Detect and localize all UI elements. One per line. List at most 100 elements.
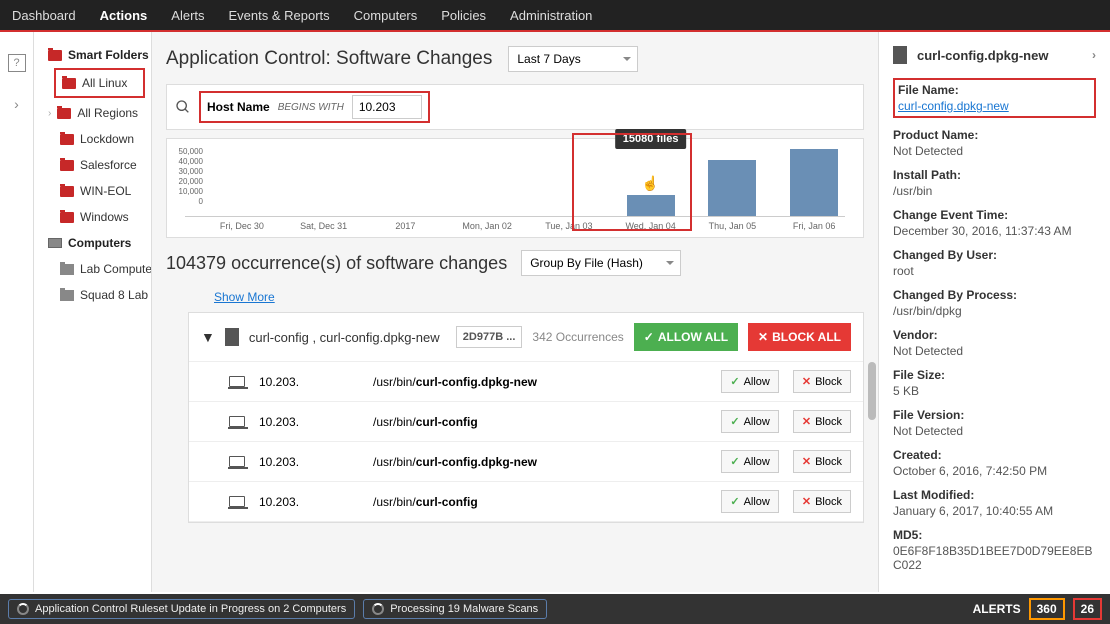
sidebar-computers[interactable]: Computers — [34, 230, 151, 256]
file-group-name: curl-config , curl-config.dpkg-new — [249, 330, 446, 345]
content-area: Application Control: Software Changes La… — [152, 32, 878, 592]
sidebar-item-lockdown[interactable]: Lockdown — [34, 126, 151, 152]
search-input[interactable] — [352, 95, 422, 119]
file-group-card: ▼ curl-config , curl-config.dpkg-new 2D9… — [188, 312, 864, 523]
top-nav: Dashboard Actions Alerts Events & Report… — [0, 0, 1110, 32]
group-by-select[interactable]: Group By File (Hash) — [521, 250, 681, 276]
block-all-button[interactable]: ✕BLOCK ALL — [748, 323, 851, 351]
chart-bar[interactable] — [627, 195, 675, 216]
help-icon[interactable]: ? — [8, 54, 26, 72]
chart-bar[interactable] — [790, 149, 838, 216]
detail-vendor-value: Not Detected — [893, 344, 1096, 358]
detail-proc-label: Changed By Process: — [893, 288, 1096, 302]
date-range-select[interactable]: Last 7 Days — [508, 46, 638, 72]
table-row[interactable]: 10.203. /usr/bin/curl-config.dpkg-new ✓A… — [189, 442, 863, 482]
expand-sidebar-icon[interactable]: › — [14, 96, 19, 112]
file-hash[interactable]: 2D977B ... — [456, 326, 523, 348]
detail-event-value: December 30, 2016, 11:37:43 AM — [893, 224, 1096, 238]
folder-icon — [60, 186, 74, 197]
detail-ver-value: Not Detected — [893, 424, 1096, 438]
alert-count-critical[interactable]: 26 — [1073, 598, 1102, 620]
block-button[interactable]: ✕Block — [793, 450, 851, 473]
table-row[interactable]: 10.203. /usr/bin/curl-config ✓Allow ✕Blo… — [189, 482, 863, 522]
show-more-link[interactable]: Show More — [214, 290, 275, 304]
sidebar-item-salesforce[interactable]: Salesforce — [34, 152, 151, 178]
sidebar-item-squad[interactable]: Squad 8 Lab — [34, 282, 151, 308]
sidebar-item-all-regions[interactable]: ›All Regions — [34, 100, 151, 126]
row-ip: 10.203. — [259, 375, 359, 389]
detail-product-label: Product Name: — [893, 128, 1096, 142]
sidebar-item-lab[interactable]: Lab Computers — [34, 256, 151, 282]
nav-dashboard[interactable]: Dashboard — [12, 8, 76, 23]
nav-computers[interactable]: Computers — [354, 8, 418, 23]
sidebar-item-windows[interactable]: Windows — [34, 204, 151, 230]
cursor-icon: ☝ — [642, 175, 659, 192]
left-rail: ? › — [0, 32, 34, 592]
nav-actions[interactable]: Actions — [100, 8, 148, 23]
detail-event-label: Change Event Time: — [893, 208, 1096, 222]
file-icon — [893, 46, 907, 64]
search-bar: Host Name BEGINS WITH — [166, 84, 864, 130]
detail-vendor-label: Vendor: — [893, 328, 1096, 342]
detail-product-value: Not Detected — [893, 144, 1096, 158]
chart: 50,00040,00030,00020,00010,0000 15080 fi… — [166, 138, 864, 238]
page-title: Application Control: Software Changes — [166, 48, 492, 70]
detail-size-label: File Size: — [893, 368, 1096, 382]
occurrence-count: 342 Occurrences — [532, 330, 623, 344]
sidebar: Smart Folders All Linux ›All Regions Loc… — [34, 32, 152, 592]
block-button[interactable]: ✕Block — [793, 410, 851, 433]
table-row[interactable]: 10.203. /usr/bin/curl-config ✓Allow ✕Blo… — [189, 402, 863, 442]
detail-install-label: Install Path: — [893, 168, 1096, 182]
search-icon[interactable] — [175, 99, 191, 115]
detail-created-label: Created: — [893, 448, 1096, 462]
allow-button[interactable]: ✓Allow — [721, 410, 779, 433]
alert-count-warning[interactable]: 360 — [1029, 598, 1065, 620]
nav-events[interactable]: Events & Reports — [229, 8, 330, 23]
detail-created-value: October 6, 2016, 7:42:50 PM — [893, 464, 1096, 478]
spinner-icon — [17, 603, 29, 615]
laptop-icon — [229, 416, 245, 427]
block-button[interactable]: ✕Block — [793, 370, 851, 393]
detail-md5-label: MD5: — [893, 528, 1096, 542]
search-field-label: Host Name — [207, 100, 270, 114]
folder-icon — [60, 160, 74, 171]
row-ip: 10.203. — [259, 455, 359, 469]
allow-button[interactable]: ✓Allow — [721, 450, 779, 473]
occurrences-title: 104379 occurrence(s) of software changes — [166, 253, 507, 274]
detail-next-icon[interactable]: › — [1092, 48, 1096, 62]
scrollbar-thumb[interactable] — [868, 362, 876, 420]
allow-button[interactable]: ✓Allow — [721, 370, 779, 393]
row-path: /usr/bin/curl-config — [373, 415, 707, 429]
nav-alerts[interactable]: Alerts — [171, 8, 204, 23]
table-row[interactable]: 10.203. /usr/bin/curl-config.dpkg-new ✓A… — [189, 362, 863, 402]
row-ip: 10.203. — [259, 495, 359, 509]
search-operator: BEGINS WITH — [278, 102, 344, 113]
chart-bar[interactable] — [708, 160, 756, 216]
detail-size-value: 5 KB — [893, 384, 1096, 398]
chart-yaxis: 50,00040,00030,00020,00010,0000 — [173, 147, 203, 207]
block-button[interactable]: ✕Block — [793, 490, 851, 513]
nav-policies[interactable]: Policies — [441, 8, 486, 23]
laptop-icon — [229, 376, 245, 387]
sidebar-item-all-linux[interactable]: All Linux — [54, 68, 145, 98]
detail-md5-value: 0E6F8F18B35D1BEE7D0D79EE8EBC022 — [893, 544, 1096, 572]
status-bar: Application Control Ruleset Update in Pr… — [0, 594, 1110, 624]
detail-title: curl-config.dpkg-new — [917, 48, 1082, 63]
sidebar-smart-folders[interactable]: Smart Folders — [34, 42, 151, 68]
detail-ver-label: File Version: — [893, 408, 1096, 422]
allow-all-button[interactable]: ✓ALLOW ALL — [634, 323, 738, 351]
row-path: /usr/bin/curl-config.dpkg-new — [373, 375, 707, 389]
nav-admin[interactable]: Administration — [510, 8, 592, 23]
allow-button[interactable]: ✓Allow — [721, 490, 779, 513]
status-ruleset-update[interactable]: Application Control Ruleset Update in Pr… — [8, 599, 355, 619]
file-icon — [225, 328, 239, 346]
detail-install-value: /usr/bin — [893, 184, 1096, 198]
chevron-down-icon[interactable]: ▼ — [201, 329, 215, 345]
detail-user-label: Changed By User: — [893, 248, 1096, 262]
detail-mod-value: January 6, 2017, 10:40:55 AM — [893, 504, 1096, 518]
folder-icon — [57, 108, 71, 119]
sidebar-item-wineol[interactable]: WIN-EOL — [34, 178, 151, 204]
status-malware-scans[interactable]: Processing 19 Malware Scans — [363, 599, 547, 619]
row-path: /usr/bin/curl-config.dpkg-new — [373, 455, 707, 469]
detail-file-name-link[interactable]: curl-config.dpkg-new — [898, 99, 1009, 113]
